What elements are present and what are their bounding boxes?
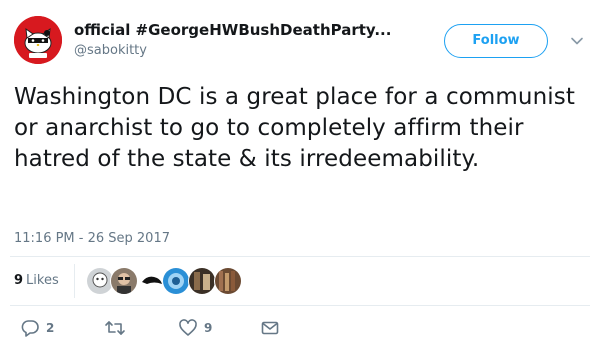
display-name[interactable]: official #GeorgeHWBushDeathParty...	[74, 20, 434, 40]
hello-kitty-avatar-icon	[14, 16, 62, 64]
likes-count-number: 9	[14, 273, 24, 288]
direct-message-button[interactable]	[260, 316, 280, 340]
user-info[interactable]: official #GeorgeHWBushDeathParty... @sab…	[74, 20, 434, 60]
reply-count: 2	[46, 321, 55, 335]
like-count: 9	[204, 321, 213, 335]
likes-count-label: Likes	[26, 273, 59, 288]
reply-button[interactable]: 2	[20, 316, 54, 340]
retweet-icon	[105, 321, 125, 335]
user-handle[interactable]: @sabokitty	[74, 42, 434, 60]
follow-button[interactable]: Follow	[444, 24, 548, 58]
liker-avatar[interactable]	[162, 267, 190, 295]
tweet-timestamp[interactable]: 11:16 PM - 26 Sep 2017	[14, 230, 170, 248]
heart-icon	[179, 319, 197, 336]
liker-avatar[interactable]	[214, 267, 242, 295]
likes-separator	[74, 264, 75, 298]
chevron-down-icon[interactable]	[570, 34, 584, 48]
liker-avatar[interactable]	[110, 267, 138, 295]
divider	[10, 305, 590, 306]
tweet-actions: 2 9	[20, 316, 590, 340]
likes-row: 9 Likes	[14, 262, 590, 300]
tweet-header: official #GeorgeHWBushDeathParty... @sab…	[10, 12, 590, 68]
envelope-icon	[261, 321, 279, 335]
like-button[interactable]: 9	[178, 316, 212, 340]
avatar[interactable]	[14, 16, 62, 64]
divider	[10, 256, 590, 257]
tweet-text: Washington DC is a great place for a com…	[14, 84, 575, 172]
liker-avatar[interactable]	[188, 267, 216, 295]
likes-count[interactable]: 9 Likes	[14, 272, 59, 290]
reply-icon	[21, 320, 39, 337]
retweet-button[interactable]	[104, 316, 132, 340]
